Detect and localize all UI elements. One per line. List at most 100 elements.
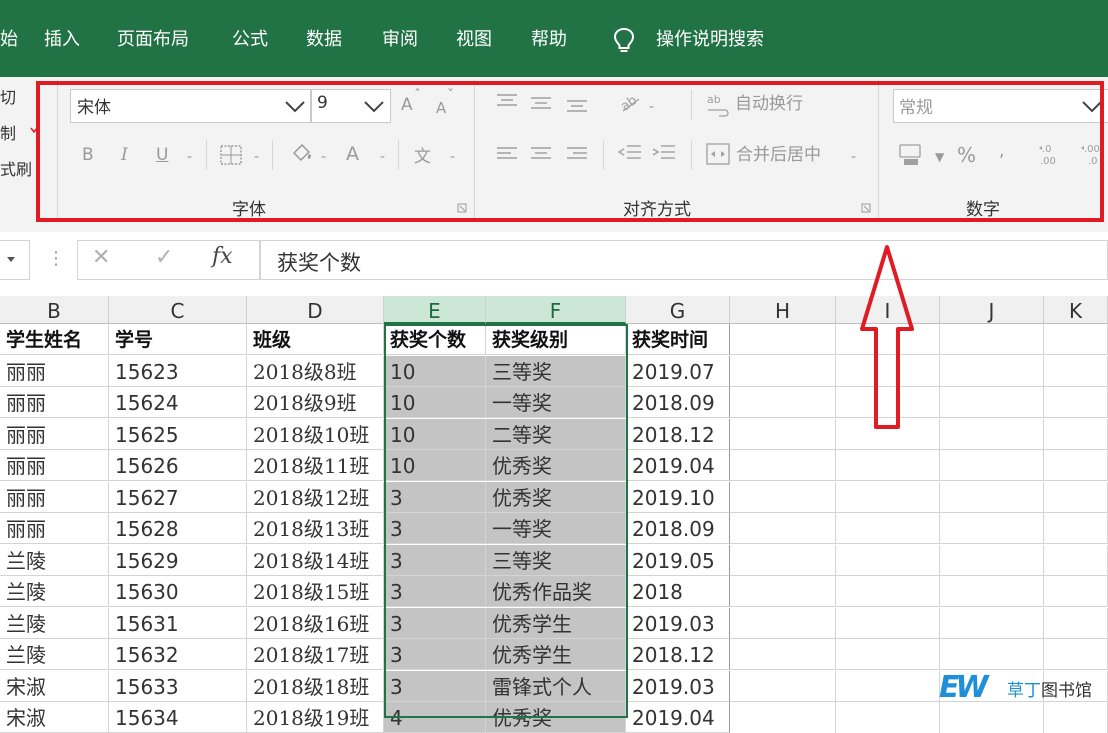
table-cell[interactable] xyxy=(836,639,940,670)
table-header-cell[interactable]: 班级 xyxy=(247,324,384,355)
table-cell[interactable]: 2018级10班 xyxy=(247,418,384,450)
table-cell[interactable]: 15627 xyxy=(109,481,247,513)
table-cell[interactable] xyxy=(730,670,836,702)
table-cell[interactable]: 二等奖 xyxy=(486,418,626,450)
copy-button[interactable]: 制 xyxy=(0,120,16,144)
table-cell[interactable] xyxy=(940,607,1044,639)
table-cell[interactable] xyxy=(1044,639,1108,670)
table-cell[interactable] xyxy=(730,544,836,576)
column-header-g[interactable]: G xyxy=(626,296,730,324)
table-cell[interactable]: 丽丽 xyxy=(0,481,109,513)
table-cell[interactable] xyxy=(836,513,940,544)
column-header-f[interactable]: F xyxy=(486,296,626,324)
table-cell[interactable]: 2018级8班 xyxy=(247,355,384,387)
table-cell[interactable]: 丽丽 xyxy=(0,450,109,481)
table-cell[interactable]: 优秀奖 xyxy=(486,450,626,481)
table-cell[interactable]: 2019.05 xyxy=(626,544,730,576)
table-cell[interactable] xyxy=(1044,481,1108,513)
table-cell[interactable] xyxy=(730,576,836,607)
table-cell[interactable]: 优秀学生 xyxy=(486,639,626,670)
table-cell[interactable]: 兰陵 xyxy=(0,607,109,639)
tab-help[interactable]: 帮助 xyxy=(531,28,567,52)
format-painter-button[interactable]: 式刷 xyxy=(0,156,32,180)
table-cell[interactable] xyxy=(1044,576,1108,607)
table-header-cell[interactable] xyxy=(940,324,1044,355)
table-cell[interactable]: 2019.03 xyxy=(626,607,730,639)
table-cell[interactable]: 15630 xyxy=(109,576,247,607)
tab-data[interactable]: 数据 xyxy=(306,28,342,52)
table-cell[interactable] xyxy=(1044,418,1108,450)
table-header-cell[interactable] xyxy=(730,324,836,355)
table-cell[interactable]: 15625 xyxy=(109,418,247,450)
tab-insert[interactable]: 插入 xyxy=(44,28,80,52)
tab-view[interactable]: 视图 xyxy=(456,28,492,52)
table-cell[interactable]: 15628 xyxy=(109,513,247,544)
tab-formulas[interactable]: 公式 xyxy=(232,28,268,52)
table-cell[interactable]: 3 xyxy=(384,544,486,576)
table-cell[interactable]: 15629 xyxy=(109,544,247,576)
table-cell[interactable]: 2018级11班 xyxy=(247,450,384,481)
tab-review[interactable]: 审阅 xyxy=(382,28,418,52)
table-cell[interactable] xyxy=(730,355,836,387)
table-cell[interactable] xyxy=(1044,387,1108,418)
table-cell[interactable] xyxy=(730,513,836,544)
table-cell[interactable] xyxy=(836,544,940,576)
table-cell[interactable] xyxy=(836,607,940,639)
tab-home-partial[interactable]: 始 xyxy=(0,28,18,52)
table-cell[interactable]: 2018.09 xyxy=(626,387,730,418)
table-cell[interactable]: 2018.09 xyxy=(626,513,730,544)
table-cell[interactable]: 15631 xyxy=(109,607,247,639)
table-cell[interactable] xyxy=(940,544,1044,576)
table-cell[interactable]: 2018级12班 xyxy=(247,481,384,513)
table-cell[interactable]: 15626 xyxy=(109,450,247,481)
table-cell[interactable]: 2018级13班 xyxy=(247,513,384,544)
cut-button[interactable]: 切 xyxy=(0,84,16,108)
table-cell[interactable]: 2019.03 xyxy=(626,670,730,702)
cancel-button[interactable]: ✕ xyxy=(92,245,110,270)
table-cell[interactable]: 2018级17班 xyxy=(247,639,384,670)
table-cell[interactable]: 宋淑 xyxy=(0,670,109,702)
table-cell[interactable] xyxy=(730,418,836,450)
table-cell[interactable]: 15623 xyxy=(109,355,247,387)
table-cell[interactable]: 一等奖 xyxy=(486,513,626,544)
table-cell[interactable]: 10 xyxy=(384,355,486,387)
table-cell[interactable]: 丽丽 xyxy=(0,387,109,418)
column-header-c[interactable]: C xyxy=(109,296,247,324)
table-cell[interactable]: 2018 xyxy=(626,576,730,607)
column-header-b[interactable]: B xyxy=(0,296,109,324)
table-cell[interactable]: 3 xyxy=(384,670,486,702)
table-cell[interactable] xyxy=(940,418,1044,450)
table-cell[interactable]: 兰陵 xyxy=(0,544,109,576)
table-cell[interactable] xyxy=(730,639,836,670)
table-cell[interactable]: 2018级15班 xyxy=(247,576,384,607)
column-header-h[interactable]: H xyxy=(730,296,836,324)
table-cell[interactable]: 10 xyxy=(384,418,486,450)
table-cell[interactable]: 2018.12 xyxy=(626,418,730,450)
table-cell[interactable] xyxy=(940,513,1044,544)
table-cell[interactable]: 三等奖 xyxy=(486,544,626,576)
table-cell[interactable] xyxy=(1044,513,1108,544)
table-cell[interactable]: 2018级18班 xyxy=(247,670,384,702)
insert-function-button[interactable]: fx xyxy=(212,244,233,269)
column-header-k[interactable]: K xyxy=(1044,296,1108,324)
table-cell[interactable] xyxy=(1044,607,1108,639)
table-cell[interactable]: 雷锋式个人 xyxy=(486,670,626,702)
table-cell[interactable]: 10 xyxy=(384,387,486,418)
table-cell[interactable]: 10 xyxy=(384,450,486,481)
table-cell[interactable] xyxy=(940,576,1044,607)
table-cell[interactable]: 2019.04 xyxy=(626,450,730,481)
table-cell[interactable]: 优秀学生 xyxy=(486,607,626,639)
table-cell[interactable]: 2019.10 xyxy=(626,481,730,513)
table-cell[interactable]: 15624 xyxy=(109,387,247,418)
table-header-cell[interactable]: 学号 xyxy=(109,324,247,355)
table-cell[interactable]: 2018级9班 xyxy=(247,387,384,418)
table-cell[interactable] xyxy=(940,639,1044,670)
table-cell[interactable]: 2018级16班 xyxy=(247,607,384,639)
table-cell[interactable]: 3 xyxy=(384,607,486,639)
table-cell[interactable]: 3 xyxy=(384,481,486,513)
table-cell[interactable]: 丽丽 xyxy=(0,355,109,387)
column-header-e[interactable]: E xyxy=(384,296,486,324)
table-cell[interactable] xyxy=(730,387,836,418)
table-header-cell[interactable]: 获奖级别 xyxy=(486,324,626,355)
table-cell[interactable] xyxy=(836,450,940,481)
